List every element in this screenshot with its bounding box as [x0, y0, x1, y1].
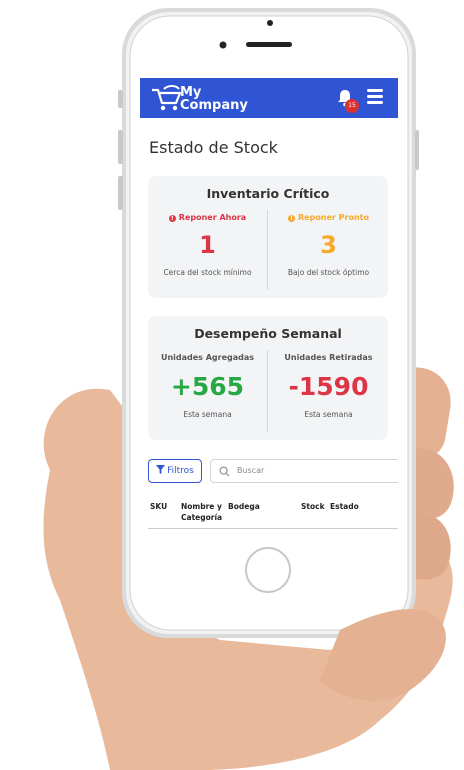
- brand-line-2: Company: [180, 98, 248, 113]
- page-title: Estado de Stock: [149, 138, 278, 157]
- reorder-soon-label: ! Reponer Pronto: [269, 212, 388, 224]
- filter-button-label: Filtros: [167, 466, 194, 476]
- search-icon: [219, 466, 230, 477]
- column-header-name-line: Nombre y: [181, 502, 222, 511]
- critical-inventory-card: Inventario Crítico ! Reponer Ahora 1 Cerc…: [148, 176, 388, 298]
- brand-name[interactable]: My Company: [180, 86, 248, 112]
- card-divider: [267, 210, 268, 290]
- exclamation-circle-icon: !: [168, 215, 176, 222]
- units-added-caption: Esta semana: [183, 410, 232, 419]
- reorder-soon-column: ! Reponer Pronto 3 Bajo del stock óptimo: [269, 212, 388, 277]
- reorder-now-caption: Cerca del stock mínimo: [163, 268, 252, 277]
- shopping-cart-logo-icon: [152, 85, 182, 111]
- filter-icon: [156, 465, 166, 474]
- column-header-sku[interactable]: SKU: [150, 501, 167, 512]
- filter-button[interactable]: Filtros: [148, 459, 202, 483]
- notification-badge: 15: [345, 99, 359, 113]
- phone-screen: My Company 15 Estado de Stock Inventario…: [140, 78, 398, 540]
- units-removed-label: Unidades Retiradas: [284, 353, 373, 362]
- reorder-now-column: ! Reponer Ahora 1 Cerca del stock mínimo: [148, 212, 267, 277]
- column-header-status[interactable]: Estado: [330, 501, 359, 512]
- units-added-column: Unidades Agregadas +565 Esta semana: [148, 352, 267, 419]
- units-removed-caption: Esta semana: [304, 410, 353, 419]
- units-removed-value: -1590: [288, 372, 369, 401]
- reorder-soon-caption: Bajo del stock óptimo: [287, 268, 370, 277]
- exclamation-circle-icon: !: [288, 215, 295, 222]
- reorder-soon-value: 3: [320, 231, 337, 259]
- column-header-warehouse[interactable]: Bodega: [228, 501, 260, 512]
- units-added-value: +565: [170, 372, 245, 401]
- search-input[interactable]: Buscar: [210, 459, 398, 483]
- card-title: Desempeño Semanal: [194, 326, 342, 341]
- search-placeholder: Buscar: [237, 466, 265, 475]
- units-removed-column: Unidades Retiradas -1590 Esta semana: [269, 352, 388, 419]
- weekly-performance-card: Desempeño Semanal Unidades Agregadas +56…: [148, 316, 388, 440]
- hamburger-menu-icon[interactable]: [367, 89, 383, 105]
- reorder-now-label: ! Reponer Ahora: [148, 212, 267, 224]
- top-navbar: My Company 15: [140, 78, 398, 118]
- column-header-name-category[interactable]: Nombre y Categoría: [181, 501, 222, 523]
- column-header-stock[interactable]: Stock: [301, 501, 325, 512]
- units-added-label: Unidades Agregadas: [160, 353, 255, 362]
- card-divider: [267, 350, 268, 432]
- table-header-divider: [148, 528, 398, 529]
- column-header-category-line: Categoría: [181, 513, 223, 522]
- card-title: Inventario Crítico: [206, 186, 330, 201]
- reorder-now-value: 1: [199, 231, 216, 259]
